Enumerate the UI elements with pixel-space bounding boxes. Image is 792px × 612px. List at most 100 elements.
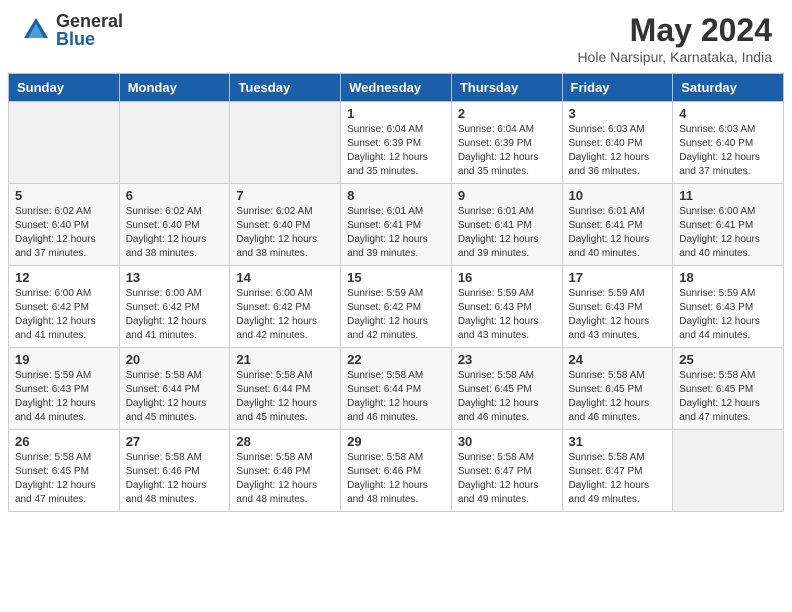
calendar-cell — [119, 102, 230, 184]
day-info: Sunrise: 5:58 AM Sunset: 6:46 PM Dayligh… — [126, 451, 224, 507]
calendar-cell: 29 Sunrise: 5:58 AM Sunset: 6:46 PM Dayli… — [341, 430, 452, 512]
logo-text: General Blue — [56, 12, 123, 48]
day-number: 9 — [458, 188, 556, 203]
day-info: Sunrise: 6:00 AM Sunset: 6:42 PM Dayligh… — [15, 287, 113, 343]
day-number: 15 — [347, 270, 445, 285]
day-header-saturday: Saturday — [673, 74, 784, 102]
day-info: Sunrise: 6:01 AM Sunset: 6:41 PM Dayligh… — [347, 205, 445, 261]
day-info: Sunrise: 5:58 AM Sunset: 6:44 PM Dayligh… — [347, 369, 445, 425]
logo-blue: Blue — [56, 30, 123, 48]
day-info: Sunrise: 5:59 AM Sunset: 6:43 PM Dayligh… — [458, 287, 556, 343]
calendar-cell: 15Sunrise: 5:59 AM Sunset: 6:42 PM Dayli… — [341, 266, 452, 348]
day-info: Sunrise: 5:59 AM Sunset: 6:43 PM Dayligh… — [15, 369, 113, 425]
calendar-cell: 22Sunrise: 5:58 AM Sunset: 6:44 PM Dayli… — [341, 348, 452, 430]
logo-general: General — [56, 12, 123, 30]
day-number: 1 — [347, 106, 445, 121]
day-number: 27 — [126, 434, 224, 449]
day-header-thursday: Thursday — [451, 74, 562, 102]
day-info: Sunrise: 5:58 AM Sunset: 6:45 PM Dayligh… — [679, 369, 777, 425]
calendar-cell: 7 Sunrise: 6:02 AM Sunset: 6:40 PM Daylig… — [230, 184, 341, 266]
day-number: 30 — [458, 434, 556, 449]
day-number: 23 — [458, 352, 556, 367]
calendar-cell: 19 Sunrise: 5:59 AM Sunset: 6:43 PM Dayli… — [9, 348, 120, 430]
day-number: 16 — [458, 270, 556, 285]
day-number: 6 — [126, 188, 224, 203]
day-info: Sunrise: 6:01 AM Sunset: 6:41 PM Dayligh… — [569, 205, 667, 261]
day-info: Sunrise: 6:04 AM Sunset: 6:39 PM Dayligh… — [347, 123, 445, 179]
day-number: 29 — [347, 434, 445, 449]
calendar-cell — [9, 102, 120, 184]
month-year: May 2024 — [577, 12, 772, 49]
day-info: Sunrise: 5:58 AM Sunset: 6:47 PM Dayligh… — [458, 451, 556, 507]
day-header-friday: Friday — [562, 74, 673, 102]
day-info: Sunrise: 6:00 AM Sunset: 6:42 PM Dayligh… — [126, 287, 224, 343]
day-number: 5 — [15, 188, 113, 203]
calendar-week-3: 12 Sunrise: 6:00 AM Sunset: 6:42 PM Dayli… — [9, 266, 784, 348]
day-info: Sunrise: 5:58 AM Sunset: 6:45 PM Dayligh… — [15, 451, 113, 507]
day-header-wednesday: Wednesday — [341, 74, 452, 102]
calendar-cell: 10 Sunrise: 6:01 AM Sunset: 6:41 PM Dayli… — [562, 184, 673, 266]
calendar-cell: 14Sunrise: 6:00 AM Sunset: 6:42 PM Dayli… — [230, 266, 341, 348]
calendar-cell: 16 Sunrise: 5:59 AM Sunset: 6:43 PM Dayli… — [451, 266, 562, 348]
day-info: Sunrise: 6:02 AM Sunset: 6:40 PM Dayligh… — [15, 205, 113, 261]
calendar-cell: 24Sunrise: 5:58 AM Sunset: 6:45 PM Dayli… — [562, 348, 673, 430]
day-number: 25 — [679, 352, 777, 367]
calendar-cell: 2Sunrise: 6:04 AM Sunset: 6:39 PM Daylig… — [451, 102, 562, 184]
calendar-cell: 23Sunrise: 5:58 AM Sunset: 6:45 PM Dayli… — [451, 348, 562, 430]
logo: General Blue — [20, 12, 123, 48]
day-number: 4 — [679, 106, 777, 121]
day-number: 31 — [569, 434, 667, 449]
calendar-cell: 26 Sunrise: 5:58 AM Sunset: 6:45 PM Dayli… — [9, 430, 120, 512]
day-number: 28 — [236, 434, 334, 449]
page-header: General Blue May 2024 Hole Narsipur, Kar… — [0, 0, 792, 73]
calendar-cell: 11Sunrise: 6:00 AM Sunset: 6:41 PM Dayli… — [673, 184, 784, 266]
calendar-week-4: 19 Sunrise: 5:59 AM Sunset: 6:43 PM Dayli… — [9, 348, 784, 430]
day-info: Sunrise: 5:59 AM Sunset: 6:43 PM Dayligh… — [679, 287, 777, 343]
day-info: Sunrise: 5:58 AM Sunset: 6:47 PM Dayligh… — [569, 451, 667, 507]
calendar-cell: 4 Sunrise: 6:03 AM Sunset: 6:40 PM Daylig… — [673, 102, 784, 184]
day-header-sunday: Sunday — [9, 74, 120, 102]
day-info: Sunrise: 6:03 AM Sunset: 6:40 PM Dayligh… — [569, 123, 667, 179]
calendar-cell: 13 Sunrise: 6:00 AM Sunset: 6:42 PM Dayli… — [119, 266, 230, 348]
calendar-cell: 25 Sunrise: 5:58 AM Sunset: 6:45 PM Dayli… — [673, 348, 784, 430]
calendar-table: SundayMondayTuesdayWednesdayThursdayFrid… — [8, 73, 784, 512]
day-number: 11 — [679, 188, 777, 203]
calendar-cell: 3 Sunrise: 6:03 AM Sunset: 6:40 PM Daylig… — [562, 102, 673, 184]
calendar-cell: 31 Sunrise: 5:58 AM Sunset: 6:47 PM Dayli… — [562, 430, 673, 512]
day-number: 13 — [126, 270, 224, 285]
day-number: 14 — [236, 270, 334, 285]
day-number: 26 — [15, 434, 113, 449]
calendar-cell: 18Sunrise: 5:59 AM Sunset: 6:43 PM Dayli… — [673, 266, 784, 348]
day-number: 12 — [15, 270, 113, 285]
logo-icon — [20, 14, 52, 46]
day-info: Sunrise: 6:04 AM Sunset: 6:39 PM Dayligh… — [458, 123, 556, 179]
calendar-cell: 8 Sunrise: 6:01 AM Sunset: 6:41 PM Daylig… — [341, 184, 452, 266]
day-info: Sunrise: 5:58 AM Sunset: 6:45 PM Dayligh… — [569, 369, 667, 425]
day-number: 3 — [569, 106, 667, 121]
day-number: 20 — [126, 352, 224, 367]
calendar-header-row: SundayMondayTuesdayWednesdayThursdayFrid… — [9, 74, 784, 102]
day-number: 8 — [347, 188, 445, 203]
day-info: Sunrise: 5:58 AM Sunset: 6:44 PM Dayligh… — [236, 369, 334, 425]
calendar-cell: 20 Sunrise: 5:58 AM Sunset: 6:44 PM Dayli… — [119, 348, 230, 430]
calendar-week-5: 26 Sunrise: 5:58 AM Sunset: 6:45 PM Dayli… — [9, 430, 784, 512]
title-area: May 2024 Hole Narsipur, Karnataka, India — [577, 12, 772, 65]
calendar-cell: 1 Sunrise: 6:04 AM Sunset: 6:39 PM Daylig… — [341, 102, 452, 184]
day-info: Sunrise: 5:59 AM Sunset: 6:43 PM Dayligh… — [569, 287, 667, 343]
day-info: Sunrise: 6:03 AM Sunset: 6:40 PM Dayligh… — [679, 123, 777, 179]
day-info: Sunrise: 5:58 AM Sunset: 6:44 PM Dayligh… — [126, 369, 224, 425]
day-info: Sunrise: 6:01 AM Sunset: 6:41 PM Dayligh… — [458, 205, 556, 261]
calendar-cell: 28 Sunrise: 5:58 AM Sunset: 6:46 PM Dayli… — [230, 430, 341, 512]
day-info: Sunrise: 6:02 AM Sunset: 6:40 PM Dayligh… — [236, 205, 334, 261]
day-info: Sunrise: 6:02 AM Sunset: 6:40 PM Dayligh… — [126, 205, 224, 261]
day-number: 19 — [15, 352, 113, 367]
calendar-cell: 5 Sunrise: 6:02 AM Sunset: 6:40 PM Daylig… — [9, 184, 120, 266]
day-info: Sunrise: 5:58 AM Sunset: 6:46 PM Dayligh… — [236, 451, 334, 507]
calendar-cell: 27 Sunrise: 5:58 AM Sunset: 6:46 PM Dayli… — [119, 430, 230, 512]
day-info: Sunrise: 5:58 AM Sunset: 6:46 PM Dayligh… — [347, 451, 445, 507]
day-number: 10 — [569, 188, 667, 203]
day-number: 7 — [236, 188, 334, 203]
location: Hole Narsipur, Karnataka, India — [577, 49, 772, 65]
calendar-week-1: 1 Sunrise: 6:04 AM Sunset: 6:39 PM Daylig… — [9, 102, 784, 184]
calendar-cell — [673, 430, 784, 512]
